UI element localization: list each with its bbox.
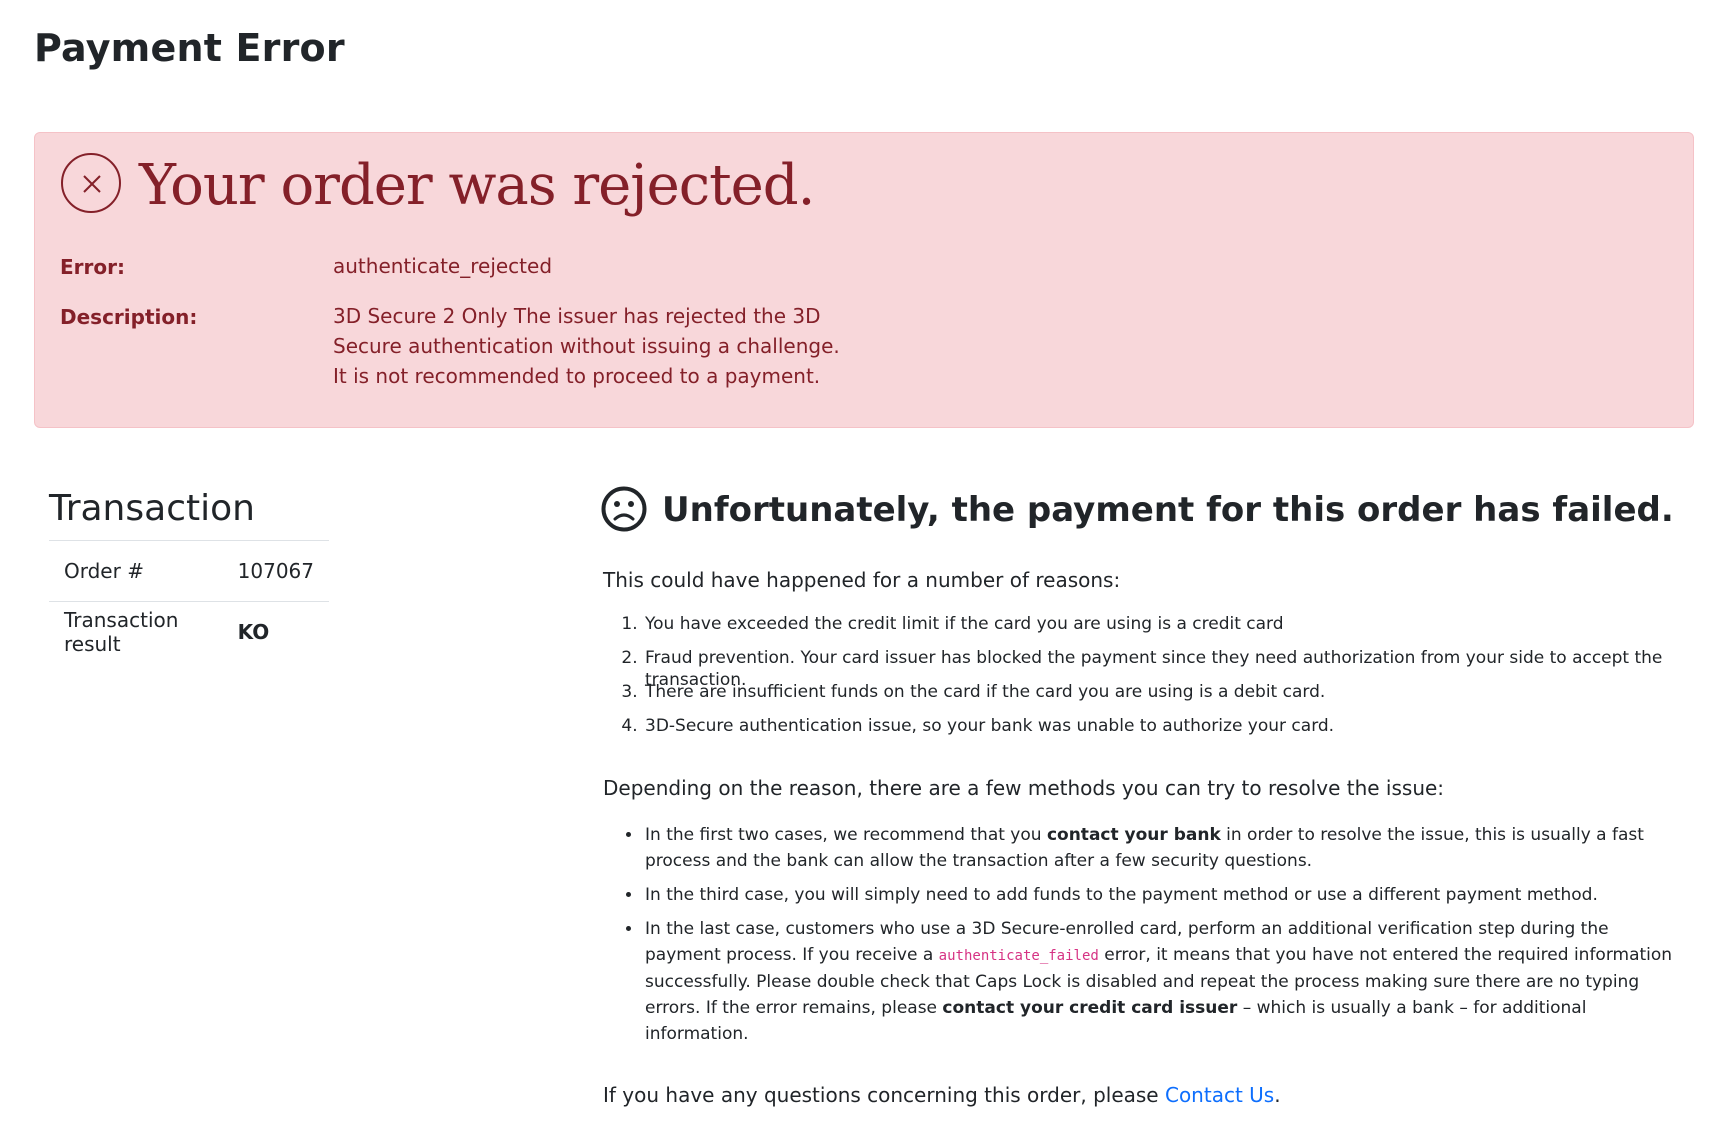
circle-x-icon <box>61 153 121 213</box>
list-item: 3D-Secure authentication issue, so your … <box>643 715 1693 749</box>
sad-face-icon <box>601 486 647 536</box>
list-item: In the last case, customers who use a 3D… <box>643 916 1673 1047</box>
rejection-alert: Your order was rejected. Error: authenti… <box>34 132 1694 428</box>
order-number-label: Order # <box>49 540 224 602</box>
payment-error-page: Payment Error Your order was rejected. E… <box>0 0 1727 1124</box>
fix3-bold: contact your credit card issuer <box>942 998 1238 1018</box>
contact-us-link[interactable]: Contact Us <box>1165 1083 1274 1107</box>
fix1-pre: In the first two cases, we recommend tha… <box>645 825 1047 845</box>
resolve-intro: Depending on the reason, there are a few… <box>603 776 1445 800</box>
reasons-list: You have exceeded the credit limit if th… <box>643 613 1693 749</box>
table-row: Transaction result KO <box>49 602 329 663</box>
page-title: Payment Error <box>34 26 345 70</box>
description-label: Description: <box>60 305 198 329</box>
list-item: You have exceeded the credit limit if th… <box>643 613 1693 647</box>
contact-line: If you have any questions concerning thi… <box>603 1083 1281 1107</box>
transaction-table: Order # 107067 Transaction result KO <box>49 540 329 663</box>
alert-heading: Your order was rejected. <box>139 153 815 218</box>
error-label: Error: <box>60 255 125 279</box>
transaction-result-value: KO <box>237 620 270 645</box>
transaction-heading: Transaction <box>49 488 255 529</box>
list-item: In the first two cases, we recommend tha… <box>643 822 1673 874</box>
failure-heading: Unfortunately, the payment for this orde… <box>662 490 1674 530</box>
transaction-result-label: Transaction result <box>64 608 179 657</box>
fix1-bold: contact your bank <box>1046 825 1221 845</box>
contact-post: . <box>1274 1083 1281 1107</box>
list-item: There are insufficient funds on the card… <box>643 681 1693 715</box>
description-value: 3D Secure 2 Only The issuer has rejected… <box>333 304 840 388</box>
list-item: In the third case, you will simply need … <box>643 882 1673 908</box>
order-number-value: 107067 <box>223 540 329 602</box>
error-value: authenticate_rejected <box>333 254 553 278</box>
list-item: Fraud prevention. Your card issuer has b… <box>643 647 1693 690</box>
reasons-intro: This could have happened for a number of… <box>603 568 1121 592</box>
error-code: authenticate_failed <box>938 948 1099 964</box>
resolution-list: In the first two cases, we recommend tha… <box>643 822 1673 1055</box>
contact-pre: If you have any questions concerning thi… <box>603 1083 1165 1107</box>
table-row: Order # 107067 <box>49 540 329 602</box>
